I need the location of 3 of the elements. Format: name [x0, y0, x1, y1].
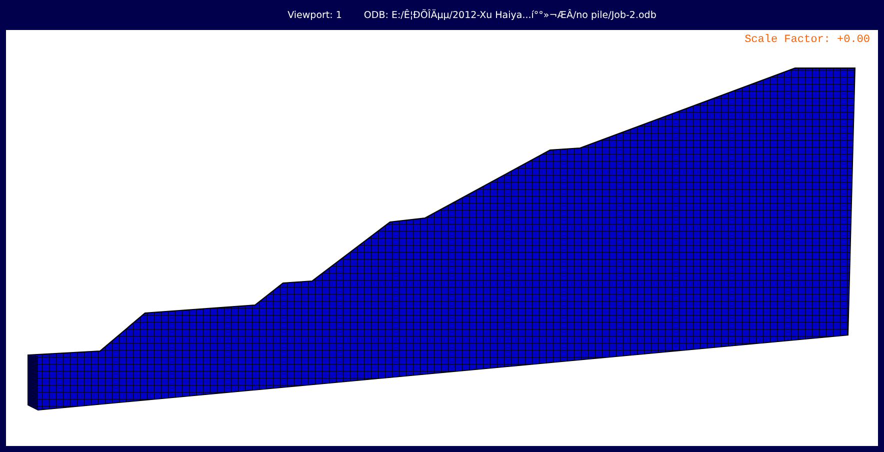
odb-path: ODB: E:/Ê¦ÐÕÎÄµµ/2012-Xu Haiya...í°°»¬ÆÂ/no pile/Job-2.odb [364, 10, 656, 20]
scale-factor-label: Scale Factor: +0.00 [744, 34, 870, 46]
viewport-label: Viewport: 1 [288, 10, 342, 20]
